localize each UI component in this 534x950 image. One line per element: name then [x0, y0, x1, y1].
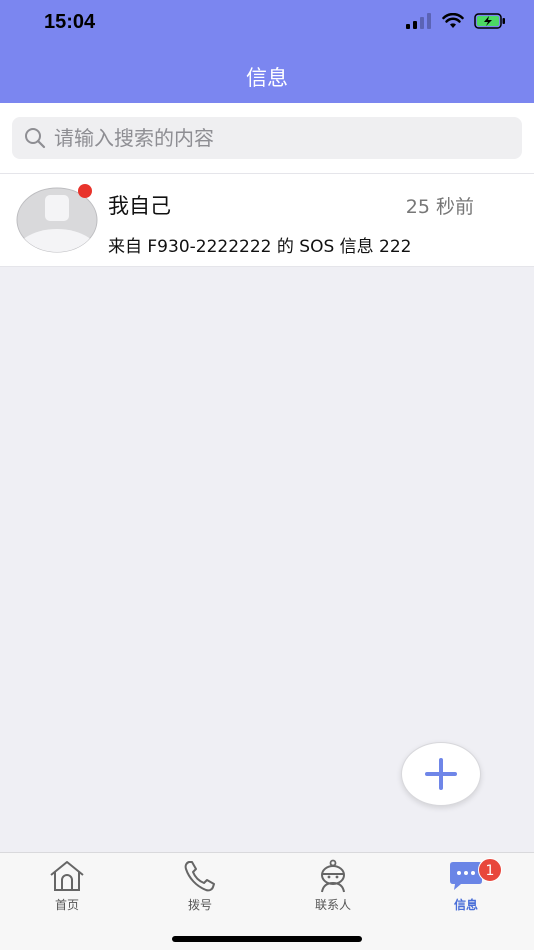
- add-message-button[interactable]: [401, 742, 481, 806]
- home-indicator: [172, 936, 362, 942]
- message-time: 25 秒前: [405, 196, 474, 218]
- header: 15:04 信息: [0, 0, 534, 103]
- signal-icon: [406, 13, 431, 29]
- search-input[interactable]: [54, 126, 494, 150]
- unread-dot: [78, 184, 92, 198]
- plus-icon: [425, 758, 457, 790]
- tab-bar: 首页 拨号 联系人 1 信息: [0, 852, 534, 950]
- page-title: 信息: [246, 66, 288, 90]
- tab-label: 信息: [453, 898, 478, 912]
- tab-home[interactable]: 首页: [17, 859, 117, 919]
- contacts-icon: [321, 859, 345, 893]
- search-icon: [25, 128, 46, 149]
- phone-icon: [184, 861, 215, 892]
- status-time: 15:04: [44, 11, 96, 33]
- tab-label: 拨号: [187, 898, 212, 912]
- messages-screen: 15:04 信息 请输入搜索的内容 我自己 25 秒前 来自 F930-2222…: [0, 0, 534, 950]
- unread-badge: 1: [478, 858, 502, 882]
- tab-contacts[interactable]: 联系人: [283, 859, 383, 919]
- search-bar: [0, 103, 534, 173]
- search-box[interactable]: [12, 117, 522, 159]
- tab-dial[interactable]: 拨号: [150, 859, 250, 919]
- tab-messages[interactable]: 1 信息: [416, 858, 516, 919]
- tab-label: 联系人: [314, 898, 351, 912]
- battery-charging-icon: [474, 13, 505, 29]
- status-bar: 15:04: [0, 0, 534, 46]
- home-icon: [50, 861, 84, 891]
- tab-label: 首页: [54, 898, 79, 912]
- list-item[interactable]: 我自己 25 秒前 来自 F930-2222222 的 SOS 信息 222: [0, 174, 534, 267]
- contact-name: 我自己: [108, 194, 171, 218]
- wifi-icon: [442, 13, 464, 28]
- message-preview: 来自 F930-2222222 的 SOS 信息 222: [108, 237, 412, 257]
- status-icons: [406, 13, 506, 29]
- message-list: 我自己 25 秒前 来自 F930-2222222 的 SOS 信息 222: [0, 173, 534, 267]
